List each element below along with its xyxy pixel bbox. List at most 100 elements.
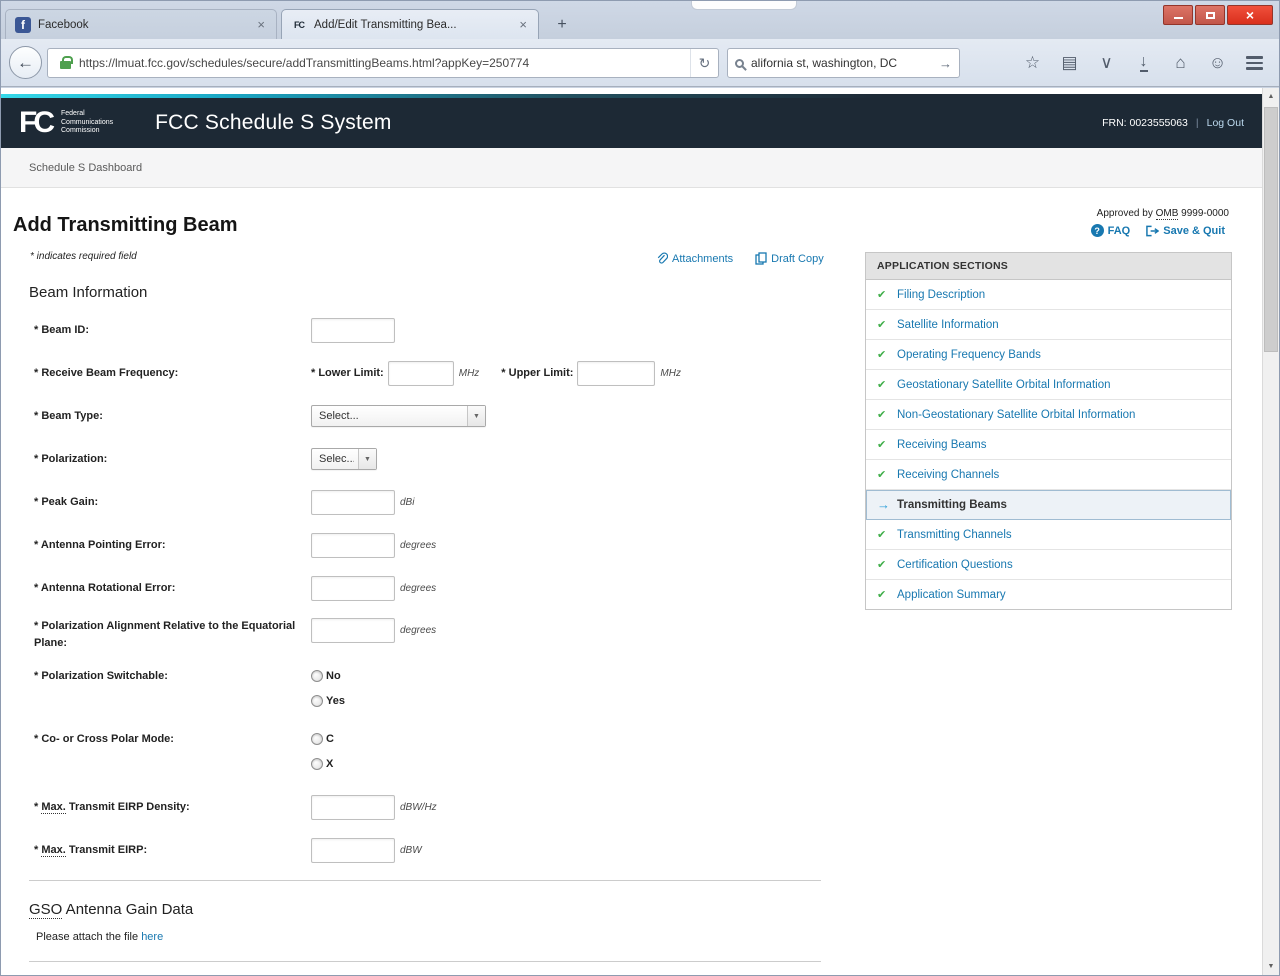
pocket-icon[interactable]: ∨ xyxy=(1088,50,1125,76)
browser-titlebar: f Facebook × FC Add/Edit Transmitting Be… xyxy=(1,1,1279,39)
search-input[interactable]: alifornia st, washington, DC xyxy=(751,56,939,70)
tab-add-edit-transmitting-beams[interactable]: FC Add/Edit Transmitting Bea... × xyxy=(281,9,539,39)
section-divider xyxy=(29,961,821,962)
beam-id-input[interactable] xyxy=(311,318,395,343)
attach-file-here-link[interactable]: here xyxy=(141,931,163,943)
max-transmit-eirp-unit: dBW xyxy=(400,845,422,856)
beam-information-form: * Beam ID: * Receive Beam Frequency: * L… xyxy=(34,317,834,863)
search-bar[interactable]: alifornia st, washington, DC → xyxy=(727,48,960,78)
upper-limit-label: * Upper Limit: xyxy=(501,367,573,379)
polarization-alignment-label: * Polarization Alignment Relative to the… xyxy=(34,618,311,651)
max-transmit-eirp-label: * Max. Transmit EIRP: xyxy=(34,842,311,859)
antenna-rotational-error-input[interactable] xyxy=(311,576,395,601)
sidebar-item-non-geostationary-orbital-information[interactable]: ✔ Non-Geostationary Satellite Orbital In… xyxy=(866,400,1231,430)
switchable-no-option[interactable]: No xyxy=(311,670,341,682)
home-icon[interactable]: ⌂ xyxy=(1162,50,1199,76)
sidebar-item-satellite-information[interactable]: ✔ Satellite Information xyxy=(866,310,1231,340)
downloads-icon[interactable]: ↓ xyxy=(1125,50,1162,76)
sidebar-item-filing-description[interactable]: ✔ Filing Description xyxy=(866,280,1231,310)
application-sections-header: APPLICATION SECTIONS xyxy=(866,253,1231,280)
reload-icon[interactable]: ↻ xyxy=(690,49,718,77)
polarization-select[interactable]: Selec... ▼ xyxy=(311,448,377,470)
peak-gain-unit: dBi xyxy=(400,497,414,508)
sidebar-item-transmitting-beams[interactable]: → Transmitting Beams xyxy=(866,490,1231,520)
hamburger-menu-icon[interactable] xyxy=(1236,50,1273,76)
smiley-icon[interactable]: ☺ xyxy=(1199,50,1236,76)
polar-mode-c-option[interactable]: C xyxy=(311,733,334,745)
back-button[interactable]: ← xyxy=(9,46,42,79)
max-transmit-eirp-density-label: * Max. Transmit EIRP Density: xyxy=(34,799,311,816)
logout-link[interactable]: Log Out xyxy=(1207,117,1244,129)
lower-limit-input[interactable] xyxy=(388,361,454,386)
radio-icon[interactable] xyxy=(311,733,323,745)
polar-mode-x-option[interactable]: X xyxy=(311,758,333,770)
scroll-up-icon[interactable]: ▲ xyxy=(1263,88,1279,105)
page-title: Add Transmitting Beam xyxy=(13,214,1262,237)
sidebar-item-transmitting-channels[interactable]: ✔ Transmitting Channels xyxy=(866,520,1231,550)
antenna-pointing-error-row: * Antenna Pointing Error: degrees xyxy=(34,532,834,558)
beam-type-row: * Beam Type: Select... ▼ xyxy=(34,403,834,429)
vertical-scrollbar[interactable]: ▲ ▼ xyxy=(1262,88,1279,975)
antenna-rotational-error-unit: degrees xyxy=(400,583,436,594)
breadcrumb-dashboard-link[interactable]: Schedule S Dashboard xyxy=(29,162,142,174)
attachments-link[interactable]: Attachments xyxy=(656,252,733,265)
bookmarks-menu-icon[interactable]: ▤ xyxy=(1051,50,1088,76)
antenna-rotational-error-label: * Antenna Rotational Error: xyxy=(34,580,311,597)
window-controls: × xyxy=(1161,5,1273,25)
tab-facebook[interactable]: f Facebook × xyxy=(5,9,277,39)
header-right: FRN: 0023555063 | Log Out xyxy=(1102,117,1244,129)
scroll-down-icon[interactable]: ▼ xyxy=(1263,958,1279,975)
sidebar-item-operating-frequency-bands[interactable]: ✔ Operating Frequency Bands xyxy=(866,340,1231,370)
paperclip-icon xyxy=(656,252,668,265)
minimize-button[interactable] xyxy=(1163,5,1193,25)
draft-copy-link[interactable]: Draft Copy xyxy=(755,252,824,265)
upper-limit-unit: MHz xyxy=(660,368,681,379)
tab-title: Facebook xyxy=(38,19,255,31)
save-and-quit-link[interactable]: Save & Quit xyxy=(1146,225,1225,237)
radio-icon[interactable] xyxy=(311,670,323,682)
browser-navbar: ← https://lmuat.fcc.gov/schedules/secure… xyxy=(1,39,1279,87)
polarization-row: * Polarization: Selec... ▼ xyxy=(34,446,834,472)
tab-close-icon[interactable]: × xyxy=(255,17,267,32)
scrollbar-thumb[interactable] xyxy=(1264,107,1278,352)
question-circle-icon: ? xyxy=(1091,224,1104,237)
sidebar-item-receiving-beams[interactable]: ✔ Receiving Beams xyxy=(866,430,1231,460)
radio-icon[interactable] xyxy=(311,758,323,770)
sidebar-item-receiving-channels[interactable]: ✔ Receiving Channels xyxy=(866,460,1231,490)
sidebar-item-geostationary-orbital-information[interactable]: ✔ Geostationary Satellite Orbital Inform… xyxy=(866,370,1231,400)
max-transmit-eirp-input[interactable] xyxy=(311,838,395,863)
fcc-favicon-icon: FC xyxy=(291,17,307,33)
application-sections-panel: APPLICATION SECTIONS ✔ Filing Descriptio… xyxy=(865,252,1232,610)
upper-limit-input[interactable] xyxy=(577,361,655,386)
minimize-icon xyxy=(1174,17,1183,19)
check-icon: ✔ xyxy=(877,348,891,361)
section-divider xyxy=(29,880,821,881)
omb-abbr: OMB xyxy=(1156,208,1179,220)
beam-type-select[interactable]: Select... ▼ xyxy=(311,405,486,427)
check-icon: ✔ xyxy=(877,588,891,601)
polarization-alignment-input[interactable] xyxy=(311,618,395,643)
check-icon: ✔ xyxy=(877,318,891,331)
radio-icon[interactable] xyxy=(311,695,323,707)
sidebar-item-certification-questions[interactable]: ✔ Certification Questions xyxy=(866,550,1231,580)
close-button[interactable]: × xyxy=(1227,5,1273,25)
fcc-logo: FC xyxy=(19,106,57,140)
antenna-pointing-error-input[interactable] xyxy=(311,533,395,558)
bookmark-star-icon[interactable]: ☆ xyxy=(1014,50,1051,76)
new-tab-button[interactable]: + xyxy=(547,12,577,38)
check-icon: ✔ xyxy=(877,558,891,571)
tab-close-icon[interactable]: × xyxy=(517,17,529,32)
url-bar[interactable]: https://lmuat.fcc.gov/schedules/secure/a… xyxy=(47,48,719,78)
maximize-button[interactable] xyxy=(1195,5,1225,25)
utility-links: ? FAQ Save & Quit xyxy=(1091,224,1225,237)
search-go-icon[interactable]: → xyxy=(939,56,952,71)
exit-icon xyxy=(1146,225,1159,237)
fcc-logo-text: Federal Communications Commission xyxy=(61,110,113,135)
peak-gain-input[interactable] xyxy=(311,490,395,515)
sidebar-item-application-summary[interactable]: ✔ Application Summary xyxy=(866,580,1231,609)
faq-link[interactable]: ? FAQ xyxy=(1091,224,1131,237)
max-transmit-eirp-density-input[interactable] xyxy=(311,795,395,820)
check-icon: ✔ xyxy=(877,468,891,481)
switchable-yes-option[interactable]: Yes xyxy=(311,695,345,707)
url-text[interactable]: https://lmuat.fcc.gov/schedules/secure/a… xyxy=(79,56,690,70)
